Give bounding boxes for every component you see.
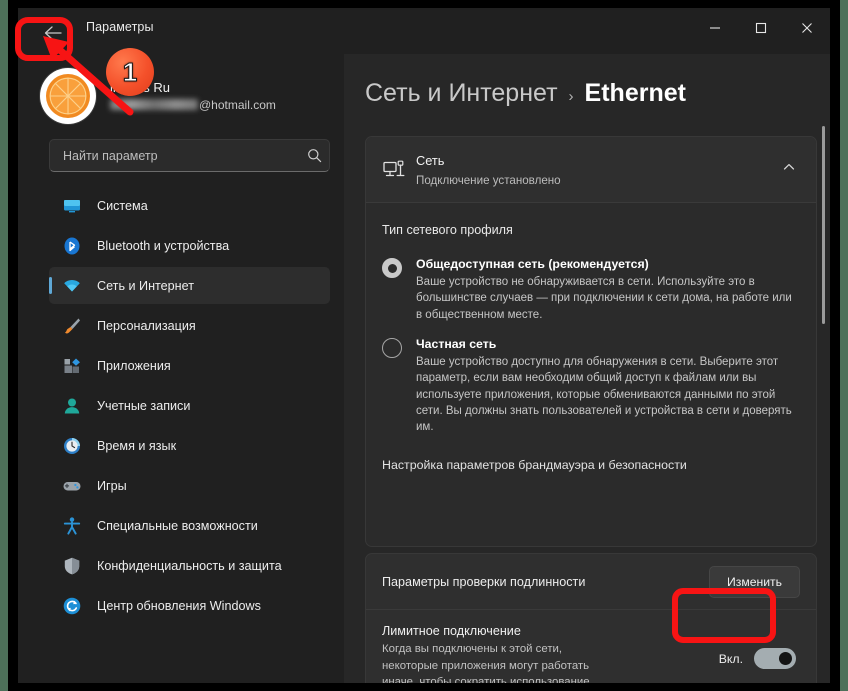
sidebar-item-apps[interactable]: Приложения [49,347,330,384]
sidebar-item-label: Время и язык [97,438,177,453]
clock-icon [61,435,83,457]
metered-description: Когда вы подключены к этой сети, некотор… [382,643,590,683]
search-input[interactable] [50,148,299,163]
radio-option-public[interactable]: Общедоступная сеть (рекомендуется) Ваше … [382,257,800,323]
maximize-button[interactable] [738,8,784,48]
accessibility-icon [61,515,83,537]
sidebar: ilmpics Ru @hotmail.com [18,54,344,683]
orange-slice-avatar-icon [43,71,93,121]
sidebar-item-time-language[interactable]: Время и язык [49,427,330,464]
metered-title: Лимитное подключение [382,624,521,638]
wifi-icon [61,275,83,297]
sidebar-item-label: Система [97,198,148,213]
sidebar-item-label: Приложения [97,358,171,373]
network-card-subtitle: Подключение установлено [416,174,561,188]
person-icon [61,395,83,417]
radio-title-private: Частная сеть [416,336,497,351]
radio-title-public: Общедоступная сеть (рекомендуется) [416,257,649,271]
gamepad-icon [61,475,83,497]
sidebar-item-gaming[interactable]: Игры [49,467,330,504]
breadcrumb-separator-icon: › [568,88,574,105]
settings-window: Параметры Ru @hotmail.com Найти параметр… [18,8,830,683]
metered-connection-row: Лимитное подключение Когда вы подключены… [366,610,816,683]
magnifier-glyph [307,149,321,163]
metered-toggle-label: Вкл. [718,651,743,666]
sidebar-item-accessibility[interactable]: Специальные возможности [49,507,330,544]
sidebar-item-label: Специальные возможности [97,518,258,533]
sidebar-item-bluetooth[interactable]: Bluetooth и устройства [49,227,330,264]
scrollbar-thumb[interactable] [822,126,825,324]
bluetooth-icon [61,235,83,257]
sidebar-item-label: Сеть и Интернет [97,278,194,293]
window-controls [692,8,830,48]
auth-settings-label: Параметры проверки подлинности [382,574,586,589]
change-auth-button[interactable]: Изменить [709,565,800,598]
paintbrush-icon [61,315,83,337]
chevron-up-icon[interactable] [782,160,800,179]
close-button[interactable] [784,8,830,48]
breadcrumb-parent[interactable]: Сеть и Интернет [365,79,558,108]
toggle-knob [779,652,792,665]
sidebar-nav: Система Bluetooth и устройства Сеть и Ин… [49,187,330,627]
apps-icon [61,355,83,377]
radio-button-public[interactable] [382,258,402,278]
maximize-icon [755,22,767,34]
account-email: @hotmail.com [110,97,276,113]
sidebar-item-label: Персонализация [97,318,196,333]
settings-card-lower: Параметры проверки подлинности Изменить … [365,553,817,683]
radio-desc-private: Ваше устройство доступно для обнаружения… [416,355,792,434]
auth-settings-row: Параметры проверки подлинности Изменить [366,554,816,610]
app-title: Параметры [86,20,154,34]
back-arrow-icon [44,26,62,40]
search-box[interactable] [49,139,330,172]
sidebar-item-network[interactable]: Сеть и Интернет [49,267,330,304]
update-icon [61,595,83,617]
account-block[interactable]: ilmpics Ru @hotmail.com [40,68,330,124]
close-icon [802,23,812,33]
ethernet-adapter-icon [382,158,416,182]
profile-section-label: Тип сетевого профиля [382,223,513,237]
screenshot-root: Параметры Ru @hotmail.com Найти параметр… [0,0,848,691]
page-title: Ethernet [584,79,686,107]
sidebar-item-accounts[interactable]: Учетные записи [49,387,330,424]
sidebar-item-label: Учетные записи [97,398,191,413]
sidebar-item-privacy[interactable]: Конфиденциальность и защита [49,547,330,584]
sidebar-item-system[interactable]: Система [49,187,330,224]
network-card-title: Сеть [416,152,445,168]
sidebar-item-personalization[interactable]: Персонализация [49,307,330,344]
minimize-button[interactable] [692,8,738,48]
network-card-header[interactable]: Сеть Подключение установлено [366,137,816,203]
content-pane: Сеть и Интернет › Ethernet Сеть Подключе… [344,54,830,683]
back-button[interactable] [32,18,74,48]
firewall-settings-link[interactable]: Настройка параметров брандмауэра и безоп… [382,458,800,472]
breadcrumb: Сеть и Интернет › Ethernet [365,79,686,108]
radio-option-private[interactable]: Частная сеть Ваше устройство доступно дл… [382,337,800,436]
annotation-step-number: 1 [106,48,154,96]
title-bar: Параметры [18,8,830,54]
radio-button-private[interactable] [382,337,402,358]
monitor-icon [61,195,83,217]
minimize-icon [710,27,720,29]
network-card-header-text: Сеть Подключение установлено [416,151,782,189]
sidebar-item-label: Bluetooth и устройства [97,238,230,253]
sidebar-item-label: Игры [97,478,127,493]
network-card: Сеть Подключение установлено Тип сетевог… [365,136,817,547]
search-icon [299,148,329,163]
account-email-masked [110,99,198,111]
sidebar-item-windows-update[interactable]: Центр обновления Windows [49,587,330,624]
sidebar-item-label: Конфиденциальность и защита [97,558,282,573]
network-profile-body: Тип сетевого профиля Общедоступная сеть … [366,203,816,488]
sidebar-item-label: Центр обновления Windows [97,598,261,613]
radio-desc-public: Ваше устройство не обнаруживается в сети… [416,276,792,321]
shield-icon [61,555,83,577]
avatar [40,68,96,124]
metered-toggle-switch[interactable] [754,648,796,669]
account-email-domain: @hotmail.com [199,97,276,112]
metered-toggle-group[interactable]: Вкл. [719,648,796,669]
